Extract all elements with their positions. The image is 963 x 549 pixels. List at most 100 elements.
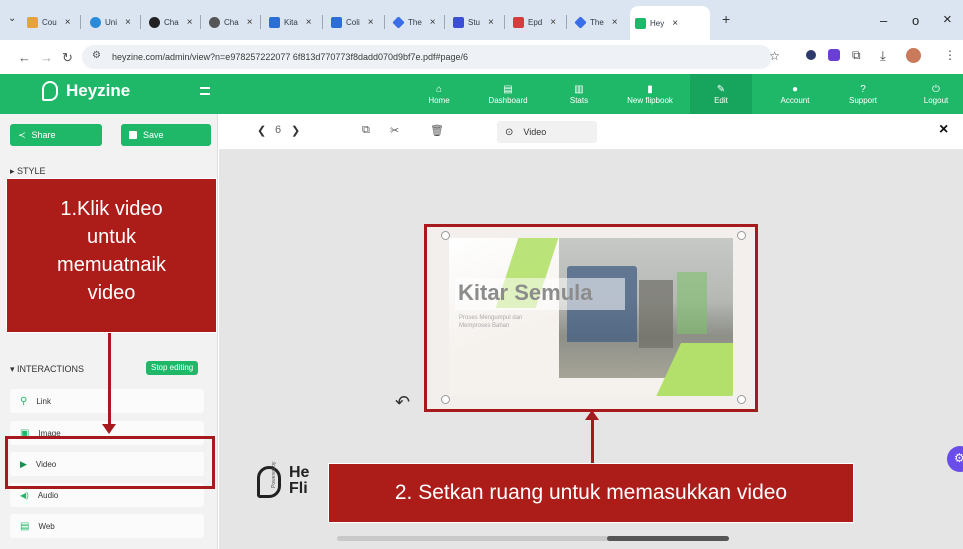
browser-tab[interactable]: Cou × <box>22 8 71 36</box>
new-file-icon: ▮ <box>647 83 653 95</box>
browser-tab[interactable]: Coli × <box>326 8 374 36</box>
tab-close-icon[interactable]: × <box>430 17 436 28</box>
undo-page-icon[interactable]: ↶ <box>395 392 410 413</box>
share-button[interactable]: ≺ Share <box>10 124 102 146</box>
menu-stats[interactable]: ▥ Stats <box>565 78 593 110</box>
resize-handle[interactable] <box>737 231 746 240</box>
bookmark-star-icon[interactable]: ☆ <box>769 49 780 63</box>
menu-label: Support <box>848 95 878 105</box>
step1-callout: 1.Klik video untuk memuatnaik video <box>6 178 217 333</box>
tab-label: The <box>590 17 604 27</box>
site-info-icon[interactable]: ⚙ <box>92 50 101 61</box>
minimize-button[interactable]: – <box>880 13 887 28</box>
power-icon: ⏻ <box>932 83 940 95</box>
menu-support[interactable]: ? Support <box>843 78 883 110</box>
browser-tab[interactable]: The × <box>570 8 618 36</box>
selected-video-area[interactable]: Kitar Semula Proses Mengumpul dan Mempro… <box>424 224 758 412</box>
record-icon: ⊙ <box>505 126 514 138</box>
tab-label: Coli <box>346 17 360 27</box>
resize-handle[interactable] <box>441 395 450 404</box>
tab-search-icon[interactable]: ⌄ <box>8 13 16 24</box>
browser-tab-active[interactable]: Hey × <box>630 6 710 40</box>
menu-label: Logout <box>923 95 949 105</box>
menu-new-flipbook[interactable]: ▮ New flipbook <box>620 78 680 110</box>
browser-menu-icon[interactable]: ⋮ <box>944 48 956 62</box>
tab-close-icon[interactable]: × <box>187 17 193 28</box>
browser-tab[interactable]: Cha × <box>204 8 253 36</box>
browser-tab[interactable]: Epd × <box>508 8 556 36</box>
cut-icon[interactable]: ✂ <box>390 124 399 137</box>
tab-close-icon[interactable]: × <box>672 18 678 29</box>
delete-icon[interactable]: 🗑 <box>430 124 444 137</box>
tab-close-icon[interactable]: × <box>368 17 374 28</box>
extension-icon[interactable] <box>806 50 816 60</box>
horizontal-scrollbar[interactable] <box>337 536 729 541</box>
copy-icon[interactable]: ⧉ <box>362 124 370 137</box>
tab-close-icon[interactable]: × <box>488 17 494 28</box>
menu-home[interactable]: ⌂ Home <box>424 78 454 110</box>
slide-page: Kitar Semula Proses Mengumpul dan Mempro… <box>449 238 733 396</box>
tab-close-icon[interactable]: × <box>125 17 131 28</box>
menu-dashboard[interactable]: ▤ Dashboard <box>484 78 532 110</box>
sidebar-toggle-icon[interactable] <box>200 87 210 95</box>
tab-close-icon[interactable]: × <box>612 17 618 28</box>
tab-close-icon[interactable]: × <box>550 17 556 28</box>
prev-page-icon[interactable]: ❮ <box>257 124 266 137</box>
tab-close-icon[interactable]: × <box>247 17 253 28</box>
tab-favicon <box>453 16 464 28</box>
interactions-section-toggle[interactable]: ▾ INTERACTIONS <box>10 364 84 375</box>
download-icon[interactable]: ⤓ <box>880 48 886 64</box>
share-icon: ≺ <box>18 129 26 140</box>
menu-label: New flipbook <box>627 95 673 105</box>
extensions-puzzle-icon[interactable]: ⧉ <box>852 48 861 63</box>
scrollbar-thumb[interactable] <box>607 536 729 541</box>
tab-favicon <box>27 16 38 28</box>
browser-tab[interactable]: Cha × <box>144 8 193 36</box>
profile-avatar[interactable] <box>906 48 921 63</box>
browser-tab[interactable]: The × <box>388 8 436 36</box>
forward-icon[interactable]: → <box>40 50 53 65</box>
browser-tab[interactable]: Uni × <box>85 8 131 36</box>
menu-logout[interactable]: ⏻ Logout <box>918 78 954 110</box>
url-bar[interactable]: ⚙ heyzine.com/admin/view?n=e978257222077… <box>82 45 780 69</box>
account-icon: ● <box>791 83 799 95</box>
page-number[interactable]: 6 <box>275 124 281 136</box>
stop-editing-button[interactable]: Stop editing <box>146 361 199 375</box>
tab-label: Stu <box>468 17 481 27</box>
interaction-link[interactable]: ⚲ Link <box>10 389 204 413</box>
home-icon: ⌂ <box>435 83 443 95</box>
back-icon[interactable]: ← <box>18 50 31 65</box>
interaction-web[interactable]: ▤ Web <box>10 514 204 538</box>
next-page-icon[interactable]: ❯ <box>291 124 300 137</box>
tab-close-icon[interactable]: × <box>306 17 312 28</box>
tab-favicon <box>90 16 101 28</box>
close-editor-button[interactable]: × <box>939 121 948 139</box>
browser-tab[interactable]: Stu × <box>448 8 494 36</box>
resize-handle[interactable] <box>441 231 450 240</box>
extension-icon[interactable] <box>828 49 840 61</box>
browser-address-row: ← → ↻ ⚙ heyzine.com/admin/view?n=e978257… <box>0 40 963 74</box>
settings-fab[interactable]: ⚙ <box>947 446 963 472</box>
step2-arrowhead <box>585 410 599 420</box>
new-tab-button[interactable]: + <box>722 11 730 27</box>
menu-account[interactable]: ● Account <box>775 78 815 110</box>
step1-line: 1.Klik video <box>60 198 163 220</box>
tab-favicon <box>392 15 405 29</box>
close-window-button[interactable]: × <box>943 11 952 28</box>
tab-close-icon[interactable]: × <box>65 17 71 28</box>
brand-logo[interactable]: Heyzine <box>42 81 130 101</box>
menu-label: Edit <box>714 95 728 105</box>
menu-label: Stats <box>569 95 589 105</box>
browser-tab[interactable]: Kita × <box>264 8 312 36</box>
resize-handle[interactable] <box>737 395 746 404</box>
save-icon <box>129 131 137 139</box>
tab-label: Uni <box>105 17 118 27</box>
style-section-toggle[interactable]: ▸ STYLE <box>10 166 46 177</box>
restore-button[interactable]: o <box>912 13 919 28</box>
menu-edit[interactable]: ✎ Edit <box>690 74 752 114</box>
save-button[interactable]: Save <box>121 124 211 146</box>
video-tool-chip[interactable]: ⊙ Video <box>497 121 597 143</box>
gear-icon: ⚙ <box>954 451 963 465</box>
tab-favicon <box>269 16 280 28</box>
reload-icon[interactable]: ↻ <box>62 50 73 66</box>
